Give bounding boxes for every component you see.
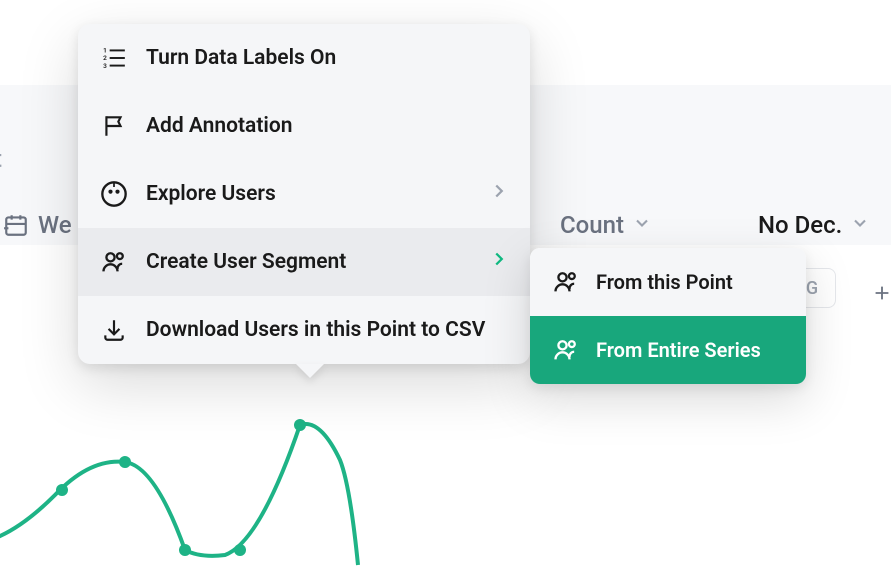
count-label: Count xyxy=(560,211,624,239)
menu-item-label: Explore Users xyxy=(146,182,276,206)
users-icon xyxy=(552,336,580,364)
add-icon[interactable] xyxy=(871,282,891,309)
numbered-list-icon: 1 2 3 xyxy=(100,44,128,72)
submenu: From this Point From Entire Series xyxy=(530,248,806,384)
line-chart xyxy=(0,410,380,570)
chevron-down-icon xyxy=(850,211,870,239)
context-menu: 1 2 3 Turn Data Labels On Add Annotation xyxy=(78,24,530,364)
submenu-item-label: From this Point xyxy=(596,270,733,294)
chart xyxy=(0,410,380,570)
decimal-selector[interactable]: No Dec. xyxy=(746,203,882,247)
chart-line-path xyxy=(0,424,358,565)
g-label: G xyxy=(806,278,818,299)
submenu-item-from-series[interactable]: From Entire Series xyxy=(530,316,806,384)
date-range-selector[interactable]: We xyxy=(0,203,84,247)
users-icon xyxy=(552,268,580,296)
chart-point[interactable] xyxy=(56,484,68,496)
menu-pointer xyxy=(296,364,324,378)
chevron-right-icon xyxy=(488,248,510,276)
decimal-label: No Dec. xyxy=(758,211,842,239)
menu-item-add-annotation[interactable]: Add Annotation xyxy=(78,92,530,160)
count-selector[interactable]: Count xyxy=(548,203,664,247)
download-icon xyxy=(100,316,128,344)
date-range-label: We xyxy=(38,211,72,239)
menu-item-create-segment[interactable]: Create User Segment xyxy=(78,228,530,296)
menu-item-explore-users[interactable]: Explore Users xyxy=(78,160,530,228)
submenu-item-from-point[interactable]: From this Point xyxy=(530,248,806,316)
chart-point[interactable] xyxy=(119,456,131,468)
menu-item-label: Download Users in this Point to CSV xyxy=(146,318,485,342)
submenu-item-label: From Entire Series xyxy=(596,338,761,362)
calendar-icon xyxy=(2,211,30,239)
chart-point[interactable] xyxy=(179,544,191,556)
partial-text-t: t xyxy=(0,145,2,173)
svg-text:3: 3 xyxy=(103,62,107,70)
menu-item-label: Turn Data Labels On xyxy=(146,46,336,70)
user-face-icon xyxy=(100,180,128,208)
flag-icon xyxy=(100,112,128,140)
chevron-down-icon xyxy=(632,211,652,239)
menu-item-data-labels[interactable]: 1 2 3 Turn Data Labels On xyxy=(78,24,530,92)
chart-point[interactable] xyxy=(234,544,246,556)
chart-point[interactable] xyxy=(294,419,306,431)
menu-item-download-csv[interactable]: Download Users in this Point to CSV xyxy=(78,296,530,364)
chevron-right-icon xyxy=(488,180,510,208)
menu-item-label: Create User Segment xyxy=(146,250,346,274)
users-icon xyxy=(100,248,128,276)
menu-item-label: Add Annotation xyxy=(146,114,292,138)
